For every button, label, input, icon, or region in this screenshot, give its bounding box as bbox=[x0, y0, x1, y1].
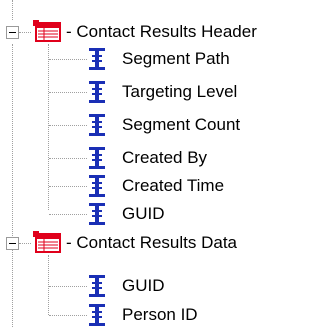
node-label: GUID bbox=[122, 276, 165, 295]
tree-line bbox=[19, 243, 31, 245]
tree-node-field[interactable]: Segment Path bbox=[122, 46, 230, 72]
node-label: GUID bbox=[122, 204, 165, 223]
tree-line bbox=[19, 32, 31, 34]
field-icon bbox=[89, 48, 105, 70]
node-label: - Contact Results Data bbox=[66, 233, 238, 252]
node-label: Person ID bbox=[122, 305, 198, 324]
tree-line bbox=[49, 158, 87, 160]
table-icon bbox=[33, 231, 61, 253]
field-icon bbox=[89, 147, 105, 169]
field-icon bbox=[89, 275, 105, 297]
tree-line bbox=[49, 59, 87, 61]
tree-node-contact-results-header[interactable]: - Contact Results Header bbox=[66, 19, 257, 45]
tree-line bbox=[49, 214, 87, 216]
tree-line bbox=[12, 250, 14, 327]
tree-node-field[interactable]: Created Time bbox=[122, 173, 224, 199]
field-icon bbox=[89, 175, 105, 197]
tree-line bbox=[49, 286, 87, 288]
tree-node-field[interactable]: Segment Count bbox=[122, 112, 240, 138]
node-label: Created By bbox=[122, 148, 208, 167]
field-icon bbox=[89, 304, 105, 326]
collapse-toggle[interactable] bbox=[6, 237, 19, 250]
field-icon bbox=[89, 81, 105, 103]
tree-node-field[interactable]: Created By bbox=[122, 145, 207, 171]
tree-node-field[interactable]: GUID bbox=[122, 273, 165, 299]
node-label: Created Time bbox=[122, 176, 225, 195]
tree-line bbox=[49, 186, 87, 188]
tree-line bbox=[49, 315, 87, 317]
table-icon bbox=[33, 20, 61, 42]
tree-line bbox=[12, 0, 14, 20]
node-label: Segment Count bbox=[122, 115, 241, 134]
tree-node-field[interactable]: Person ID bbox=[122, 302, 198, 328]
tree-view: - Contact Results Header Segment Path Ta… bbox=[0, 0, 325, 327]
tree-node-contact-results-data[interactable]: - Contact Results Data bbox=[66, 230, 237, 256]
node-label: - Contact Results Header bbox=[66, 22, 257, 41]
tree-node-field[interactable]: GUID bbox=[122, 201, 165, 227]
field-icon bbox=[89, 114, 105, 136]
tree-line bbox=[48, 255, 50, 315]
node-label: Segment Path bbox=[122, 49, 230, 68]
tree-line bbox=[49, 125, 87, 127]
node-label: Targeting Level bbox=[122, 82, 238, 101]
tree-line bbox=[49, 92, 87, 94]
tree-node-field[interactable]: Targeting Level bbox=[122, 79, 237, 105]
field-icon bbox=[89, 203, 105, 225]
collapse-toggle[interactable] bbox=[6, 26, 19, 39]
tree-line bbox=[12, 44, 14, 236]
